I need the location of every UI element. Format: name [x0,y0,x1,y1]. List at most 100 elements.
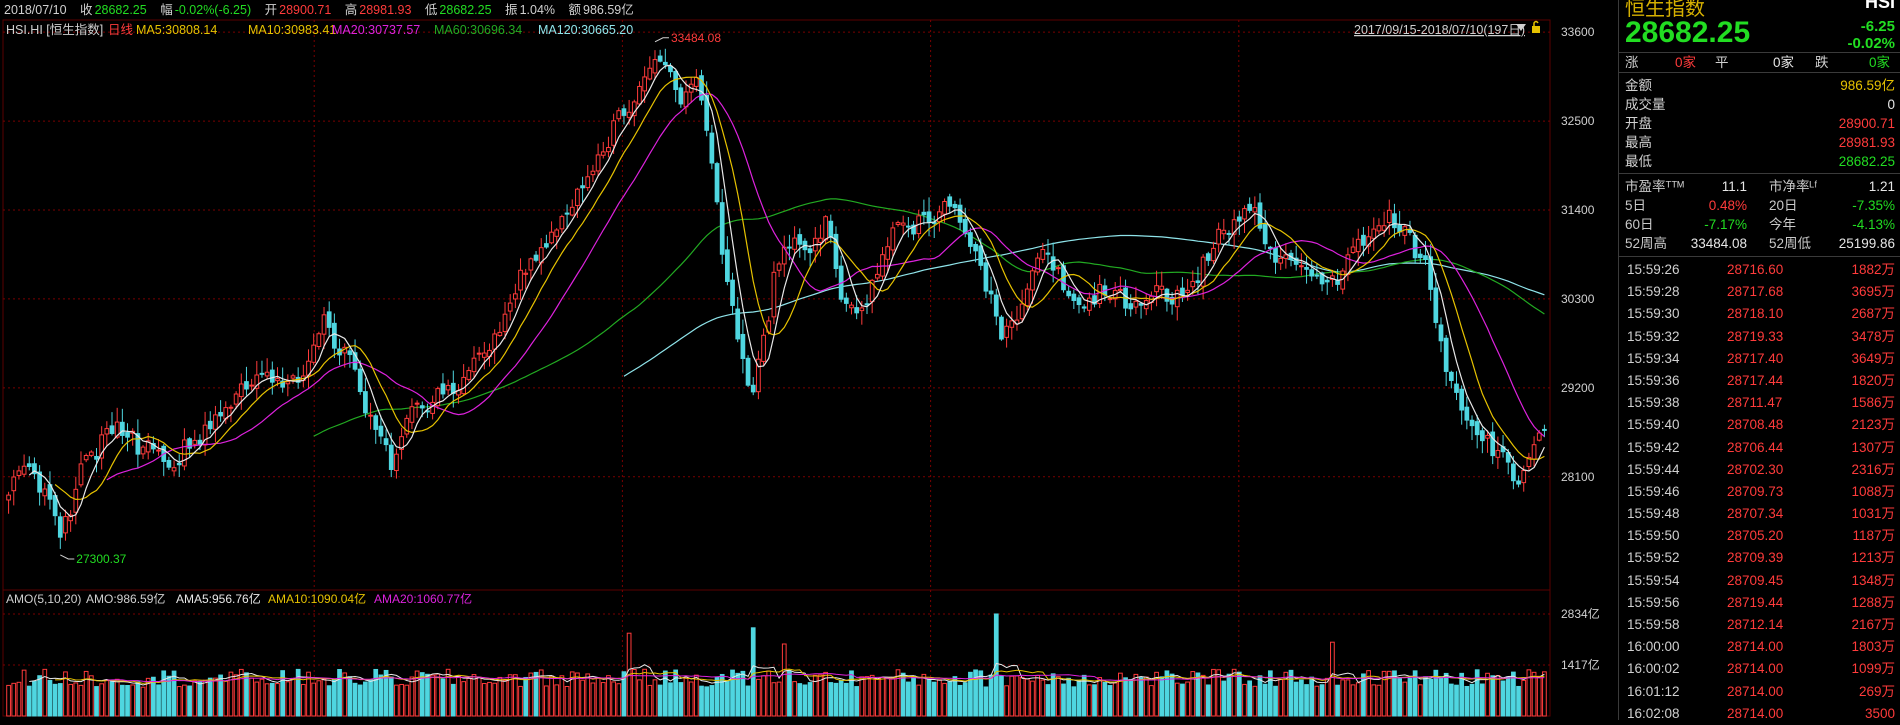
ma5-line [28,64,1545,518]
volume-bar [1030,680,1035,717]
candle-body [1030,270,1035,291]
lock-icon[interactable] [1532,20,1540,34]
tick-volume: 1031万 [1851,506,1895,522]
tick-row: 15:59:32 28719.33 3478万 [1619,326,1900,348]
stat-value: 28682.25 [1838,154,1895,169]
candle-body [900,222,906,226]
candle-body [1211,247,1216,262]
ytd-label: 今年 [1769,217,1796,232]
volume-bar [238,668,244,717]
ytd-value: -4.13% [1852,217,1895,232]
volume-bar [885,676,891,717]
volume-bar [838,679,844,717]
volume-bar [859,676,865,717]
candle-body [1392,213,1397,229]
volume-bar [378,674,384,717]
volume-bar [466,677,472,717]
candle-body [1521,470,1527,484]
candle-body [895,222,901,225]
tick-row: 15:59:44 28702.30 2316万 [1619,459,1900,481]
quote-side-panel: 恒生指数 HSI 28682.25 -6.25 -0.02% 涨 0家 平 0家… [1618,0,1900,721]
candle-body [580,185,585,189]
volume-bar [1035,675,1041,717]
pb-label: 市净率ᴸᶠ [1769,179,1818,194]
tick-row: 15:59:30 28718.10 2687万 [1619,303,1900,325]
volume-bar [1128,679,1134,717]
volume-bar [114,678,120,717]
candle-body [657,55,663,62]
tick-price: 28719.44 [1727,594,1784,610]
candle-body [104,428,110,435]
candle-body [1040,248,1046,260]
volume-bar [228,671,234,717]
volume-bar [140,686,146,717]
candle-body [21,465,27,475]
volume-bar [518,685,523,717]
candle-body [42,488,48,497]
volume-bar [1014,675,1020,717]
candle-body [1262,224,1268,245]
stats-list: 金额 986.59亿 成交量 0 开盘 28900.71 最高 28981.93 最低 2… [1619,73,1900,174]
tick-time: 15:59:56 [1627,594,1680,610]
candle-body [1247,203,1253,211]
volume-bar [497,676,503,717]
candle-body [1479,430,1485,442]
volume-bar [1293,681,1299,717]
tick-list[interactable]: 15:59:26 28716.60 1882万 15:59:28 28717.68 369… [1619,259,1900,725]
candle-body [1164,288,1170,302]
candle-body [1076,297,1082,306]
ratio-row-52w: 52周高 33484.08 52周低 25199.86 [1625,234,1895,253]
ma5-path [28,64,1545,518]
candle-body [507,302,513,312]
volume-bar [78,684,84,717]
volume-bar [1097,677,1103,717]
tick-time: 15:59:32 [1627,328,1680,344]
stat-label: 最高 [1625,135,1652,150]
volume-bar [171,670,177,717]
volume-bar [1324,677,1330,717]
candle-body [1024,288,1030,307]
date-range-label[interactable]: 2017/09/15-2018/07/10(197日) [1354,23,1525,37]
volume-bar [849,670,854,717]
volume-bar [109,679,115,717]
volume-bar [1397,678,1402,717]
kline-chart[interactable]: 28100 29200 30300 31400 32500 33600 2834亿 1417亿… [0,0,1612,720]
tick-price: 28711.47 [1727,395,1783,411]
candle-body [1004,325,1009,338]
candle-body [73,488,79,513]
tick-volume: 3500 [1864,705,1895,721]
candle-body [1381,225,1387,231]
candle-body [1511,463,1516,482]
ratio-row-60d: 60日 -7.17% 今年 -4.13% [1625,215,1895,234]
candle-body [357,368,363,393]
volume-bar [363,681,368,717]
volume-bar [1257,675,1263,717]
candle-body [611,120,616,146]
volume-bar [450,683,456,717]
volume-bar [745,685,751,717]
candle-body [807,248,813,254]
volume-bar [347,676,353,717]
volume-bar [1195,672,1201,717]
candle-body [109,425,115,434]
volume-bar [988,674,994,717]
volume-bar [1350,684,1356,717]
tick-price: 28702.30 [1727,461,1784,477]
candle-body [1128,303,1134,310]
volume-bar [1536,675,1542,717]
candle-body [864,303,870,306]
candle-body [745,357,751,386]
volume-bars [6,613,1547,717]
candle-body [11,476,17,492]
candle-body [275,378,280,382]
tick-volume: 1820万 [1851,372,1895,388]
volume-bar [399,683,404,717]
candle-body [952,203,958,209]
change-percent: -0.02% [1847,35,1895,52]
candle-body [373,415,379,430]
candle-body [761,334,766,362]
candle-body [1009,320,1015,328]
tick-time: 15:59:42 [1627,439,1680,455]
candle-body [1516,480,1521,485]
volume-bar [249,677,254,717]
